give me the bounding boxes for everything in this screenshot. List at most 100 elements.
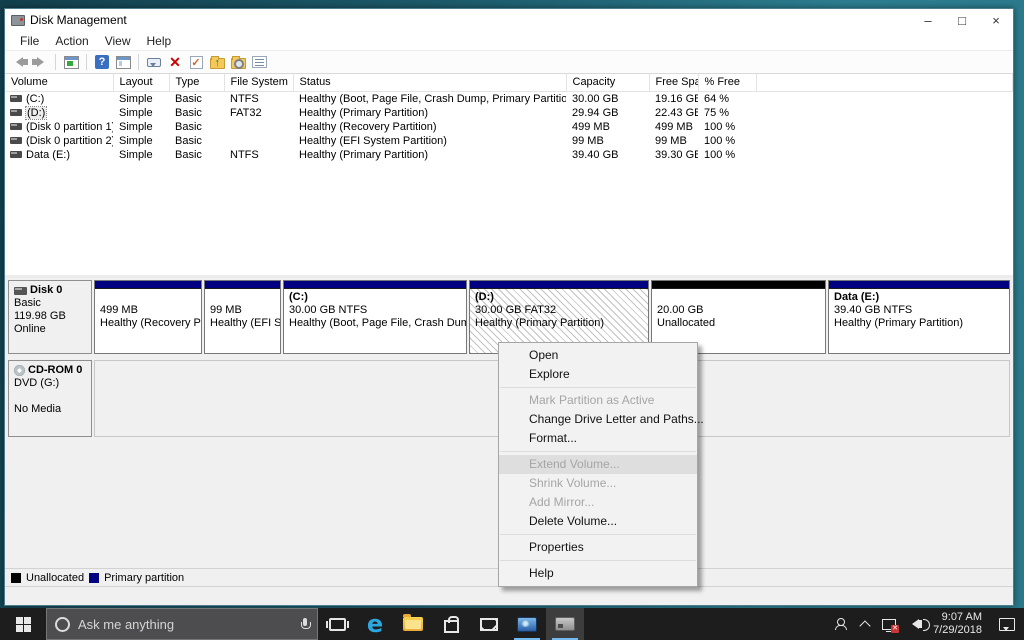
volume-icon bbox=[10, 151, 22, 158]
system-tray: 9:07 AM 7/29/2018 bbox=[829, 608, 1024, 640]
minimize-button[interactable]: – bbox=[911, 9, 945, 31]
people-icon bbox=[835, 618, 848, 630]
menu-item-change-drive-letter[interactable]: Change Drive Letter and Paths... bbox=[499, 410, 704, 429]
help-icon[interactable]: ? bbox=[93, 54, 111, 71]
show-console-window-icon[interactable] bbox=[62, 54, 80, 71]
toolbar-separator bbox=[55, 54, 56, 70]
cdrom-panel[interactable]: CD-ROM 0 DVD (G:) No Media bbox=[8, 360, 92, 437]
disk-management-taskbar-button[interactable] bbox=[546, 608, 584, 640]
menu-item-delete-volume[interactable]: Delete Volume... bbox=[499, 512, 697, 531]
table-row-selected[interactable]: (D:) Simple Basic FAT32 Healthy (Primary P… bbox=[5, 105, 1013, 120]
computer-management-icon bbox=[517, 616, 537, 632]
file-explorer-button[interactable] bbox=[394, 608, 432, 640]
tray-overflow-button[interactable] bbox=[853, 608, 877, 640]
folder-up-icon[interactable] bbox=[208, 54, 226, 71]
window-title: Disk Management bbox=[30, 13, 127, 27]
toolbar-separator bbox=[86, 54, 87, 70]
partition-efi[interactable]: 99 MBHealthy (EFI Syst bbox=[204, 280, 281, 354]
menu-item-open[interactable]: Open bbox=[499, 346, 697, 365]
network-button[interactable] bbox=[877, 608, 901, 640]
menu-separator bbox=[500, 387, 696, 388]
col-filler bbox=[756, 74, 1013, 92]
people-button[interactable] bbox=[829, 608, 853, 640]
maximize-button[interactable]: □ bbox=[945, 9, 979, 31]
back-icon[interactable] bbox=[10, 54, 28, 71]
action-center-icon bbox=[999, 617, 1015, 631]
menu-item-add-mirror: Add Mirror... bbox=[529, 495, 595, 509]
col-pct-free[interactable]: % Free bbox=[698, 74, 757, 92]
partition-recovery[interactable]: 499 MBHealthy (Recovery Parti bbox=[94, 280, 202, 354]
folder-find-icon[interactable] bbox=[229, 54, 247, 71]
action-center-button[interactable] bbox=[990, 608, 1024, 640]
legend-unallocated-label: Unallocated bbox=[26, 571, 85, 584]
menu-bar: File Action View Help bbox=[5, 31, 1013, 50]
col-status[interactable]: Status bbox=[293, 74, 567, 92]
menu-action[interactable]: Action bbox=[47, 33, 96, 49]
disk-icon bbox=[14, 286, 27, 295]
edge-button[interactable]: e bbox=[356, 608, 394, 640]
console-tree-icon[interactable] bbox=[114, 54, 132, 71]
computer-management-button[interactable] bbox=[508, 608, 546, 640]
close-button[interactable]: × bbox=[979, 9, 1013, 31]
clock-date: 7/29/2018 bbox=[933, 624, 982, 636]
col-volume[interactable]: Volume bbox=[5, 74, 114, 92]
app-icon bbox=[11, 14, 25, 26]
status-strip bbox=[5, 586, 1013, 605]
task-view-icon bbox=[325, 617, 349, 631]
table-row[interactable]: (Disk 0 partition 2) Simple Basic Healthy… bbox=[5, 134, 1013, 148]
col-layout[interactable]: Layout bbox=[113, 74, 170, 92]
menu-separator bbox=[500, 534, 696, 535]
volume-icon bbox=[10, 123, 22, 130]
menu-item-extend-volume: Extend Volume... bbox=[499, 455, 697, 474]
menu-item-properties[interactable]: Properties bbox=[499, 538, 697, 557]
menu-item-help[interactable]: Help bbox=[499, 564, 697, 583]
partition-color-bar bbox=[829, 281, 1009, 289]
volume-list: Volume Layout Type File System Status Ca… bbox=[5, 74, 1013, 275]
legend-primary-swatch bbox=[89, 572, 100, 583]
menu-view[interactable]: View bbox=[97, 33, 139, 49]
task-view-button[interactable] bbox=[318, 608, 356, 640]
col-capacity[interactable]: Capacity bbox=[566, 74, 650, 92]
edge-icon: e bbox=[366, 610, 384, 638]
store-button[interactable] bbox=[432, 608, 470, 640]
mail-button[interactable] bbox=[470, 608, 508, 640]
chevron-up-icon bbox=[859, 620, 871, 632]
menu-file[interactable]: File bbox=[12, 33, 47, 49]
cdrom-icon bbox=[14, 365, 25, 376]
menu-item-format[interactable]: Format... bbox=[499, 429, 697, 448]
search-input[interactable] bbox=[78, 616, 293, 632]
volume-button[interactable] bbox=[901, 608, 931, 640]
start-button[interactable] bbox=[0, 608, 46, 640]
menu-item-mark-partition-active: Mark Partition as Active bbox=[529, 393, 655, 407]
clock[interactable]: 9:07 AM 7/29/2018 bbox=[925, 611, 990, 637]
menu-item-explore[interactable]: Explore bbox=[499, 365, 697, 384]
mail-icon bbox=[480, 617, 498, 631]
partition-color-bar bbox=[470, 281, 648, 289]
taskbar: e 9:07 AM 7/29/2018 bbox=[0, 608, 1024, 640]
legend-unallocated-swatch bbox=[11, 572, 21, 583]
col-type[interactable]: Type bbox=[169, 74, 225, 92]
file-explorer-icon bbox=[403, 614, 423, 631]
volume-icon bbox=[10, 137, 22, 144]
partition-data-e[interactable]: Data (E:) 39.40 GB NTFS Healthy (Primary P… bbox=[828, 280, 1010, 354]
menu-separator bbox=[500, 451, 696, 452]
disk0-panel[interactable]: Disk 0 Basic 119.98 GB Online bbox=[8, 280, 92, 354]
microphone-icon[interactable] bbox=[301, 618, 311, 630]
windows-logo-icon bbox=[15, 616, 31, 632]
table-row[interactable]: Data (E:) Simple Basic NTFS Healthy (Prima… bbox=[5, 148, 1013, 162]
check-disk-icon[interactable]: ✓ bbox=[187, 54, 205, 71]
partition-c[interactable]: (C:) 30.00 GB NTFS Healthy (Boot, Page Fil… bbox=[283, 280, 467, 354]
table-row[interactable]: (C:) Simple Basic NTFS Healthy (Boot, Page… bbox=[5, 91, 1013, 106]
action-pane-icon[interactable] bbox=[145, 54, 163, 71]
search-box[interactable] bbox=[46, 608, 318, 640]
table-row[interactable]: (Disk 0 partition 1) Simple Basic Healthy… bbox=[5, 120, 1013, 134]
title-bar[interactable]: Disk Management – □ × bbox=[5, 9, 1013, 31]
col-free-space[interactable]: Free Spa... bbox=[649, 74, 699, 92]
menu-help[interactable]: Help bbox=[139, 33, 180, 49]
col-file-system[interactable]: File System bbox=[224, 74, 294, 92]
partition-color-bar bbox=[652, 281, 825, 289]
network-disconnected-icon bbox=[882, 618, 900, 633]
properties-icon[interactable] bbox=[250, 54, 268, 71]
delete-icon[interactable]: ✕ bbox=[166, 54, 184, 71]
forward-icon[interactable] bbox=[31, 54, 49, 71]
